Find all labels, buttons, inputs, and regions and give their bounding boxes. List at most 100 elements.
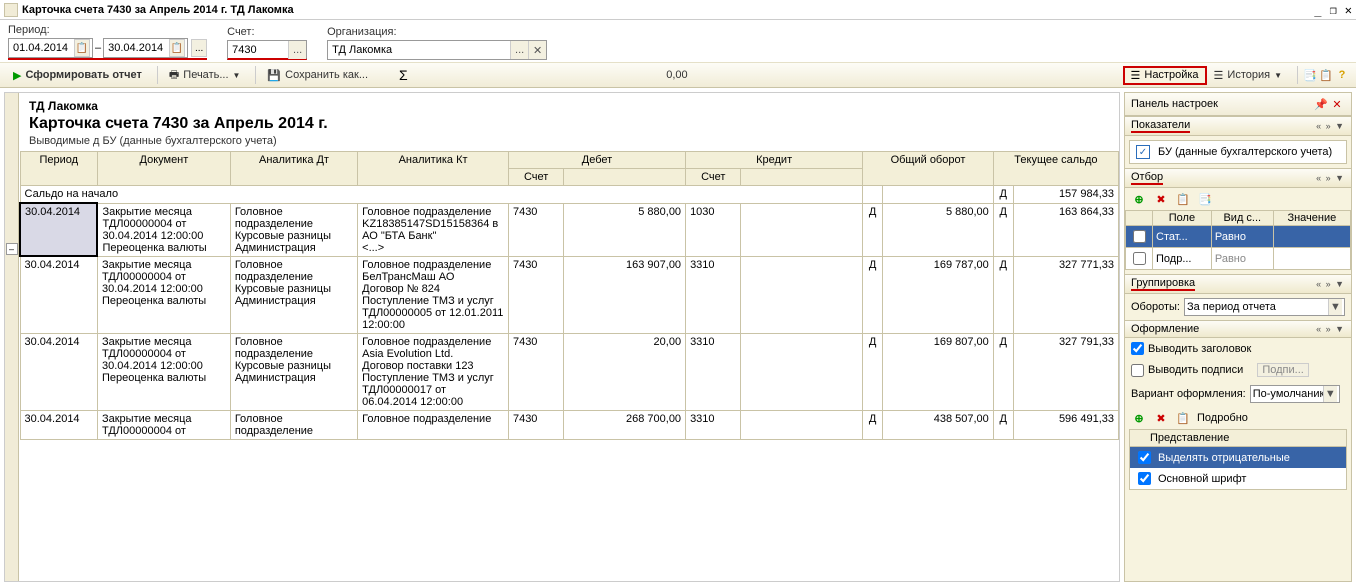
org-clear-icon[interactable]: ✕ bbox=[528, 41, 546, 59]
calendar-to-icon[interactable]: 📋 bbox=[169, 39, 185, 57]
tool-icon-2[interactable]: 📋 bbox=[1318, 67, 1334, 83]
window-title: Карточка счета 7430 за Апрель 2014 г. ТД… bbox=[22, 4, 294, 16]
add-filter-icon[interactable]: ⊕ bbox=[1131, 191, 1147, 207]
copy-filter-icon[interactable]: 📋 bbox=[1175, 191, 1191, 207]
table-row[interactable]: 30.04.2014Закрытие месяца ТДЛ00000004 от… bbox=[20, 333, 1119, 410]
style-row-2-checkbox[interactable] bbox=[1138, 472, 1151, 485]
account-input[interactable]: 7430 ... bbox=[227, 40, 307, 60]
oboroty-select[interactable]: За период отчета ▼ bbox=[1184, 298, 1345, 316]
print-label: Печать... bbox=[183, 69, 228, 81]
variant-label: Вариант оформления: bbox=[1131, 388, 1246, 400]
hdr-kredit: Кредит bbox=[686, 152, 863, 169]
delete-filter-icon[interactable]: ✖ bbox=[1153, 191, 1169, 207]
chevrons-icon[interactable]: « » ▼ bbox=[1316, 173, 1345, 183]
delete-style-icon[interactable]: ✖ bbox=[1153, 410, 1169, 426]
panel-close-icon[interactable]: ✕ bbox=[1329, 96, 1345, 112]
date-from-input[interactable] bbox=[11, 39, 73, 57]
dropdown-icon: ▼ bbox=[1328, 299, 1342, 315]
style-row-1-label: Выделять отрицательные bbox=[1158, 452, 1290, 464]
style-row-1-checkbox[interactable] bbox=[1138, 451, 1151, 464]
help-icon[interactable]: ? bbox=[1334, 67, 1350, 83]
toolbar: ▶Сформировать отчет 🖶Печать...▼ 💾Сохрани… bbox=[0, 62, 1356, 88]
vyv-pod-checkbox[interactable] bbox=[1131, 364, 1144, 377]
variant-select[interactable]: По-умолчаник▼ bbox=[1250, 385, 1340, 403]
table-row[interactable]: 30.04.2014Закрытие месяца ТДЛ00000004 от… bbox=[20, 410, 1119, 439]
date-to-input[interactable] bbox=[106, 39, 168, 57]
panel-pin-icon[interactable]: 📌 bbox=[1313, 96, 1329, 112]
account-ellipsis-icon[interactable]: ... bbox=[288, 41, 306, 59]
vyv-zag-checkbox[interactable] bbox=[1131, 342, 1144, 355]
hdr-period: Период bbox=[20, 152, 97, 186]
hdr-saldo: Текущее сальдо bbox=[993, 152, 1118, 186]
bu-label: БУ (данные бухгалтерского учета) bbox=[1158, 146, 1332, 158]
vyv-zag-label: Выводить заголовок bbox=[1148, 343, 1251, 355]
section-otbor: Отбор bbox=[1131, 171, 1163, 185]
form-report-label: Сформировать отчет bbox=[25, 69, 141, 81]
dropdown-icon: ▼ bbox=[1323, 386, 1337, 402]
collapse-toggle[interactable]: – bbox=[6, 243, 18, 255]
print-button[interactable]: 🖶Печать...▼ bbox=[162, 63, 248, 88]
close-icon[interactable]: ✕ bbox=[1345, 3, 1352, 17]
style-row-2-label: Основной шрифт bbox=[1158, 473, 1246, 485]
sum-value: 0,00 bbox=[468, 69, 688, 81]
report-area: – ТД Лакомка Карточка счета 7430 за Апре… bbox=[4, 92, 1120, 582]
copyall-filter-icon[interactable]: 📑 bbox=[1197, 191, 1213, 207]
variant-value: По-умолчаник bbox=[1253, 388, 1323, 400]
tool-icon-1[interactable]: 📑 bbox=[1302, 67, 1318, 83]
settings-label: Настройка bbox=[1144, 69, 1198, 81]
form-report-button[interactable]: ▶ Сформировать отчет bbox=[6, 66, 149, 85]
chevrons-icon[interactable]: « » ▼ bbox=[1316, 324, 1345, 334]
oboroty-label: Обороты: bbox=[1131, 301, 1180, 313]
report-subtitle: Выводимые д БУ (данные бухгалтерского уч… bbox=[29, 135, 1109, 147]
history-icon: ☰ bbox=[1214, 69, 1224, 82]
add-style-icon[interactable]: ⊕ bbox=[1131, 410, 1147, 426]
style-row-2[interactable]: Основной шрифт bbox=[1130, 468, 1346, 489]
oboroty-value: За период отчета bbox=[1187, 301, 1276, 313]
app-icon bbox=[4, 3, 18, 17]
minimize-icon[interactable]: _ bbox=[1314, 3, 1321, 17]
section-oform: Оформление bbox=[1131, 323, 1199, 335]
settings-icon: ☰ bbox=[1131, 69, 1141, 82]
chevrons-icon[interactable]: « » ▼ bbox=[1316, 279, 1345, 289]
style-list-header: Представление bbox=[1130, 430, 1346, 447]
history-button[interactable]: ☰История▼ bbox=[1207, 66, 1289, 85]
copy-style-icon[interactable]: 📋 bbox=[1175, 410, 1191, 426]
hdr-dt-schet: Счет bbox=[508, 169, 563, 186]
h-scrollbar[interactable]: ◂ ▸ bbox=[5, 581, 1119, 582]
section-pokazateli: Показатели bbox=[1131, 119, 1190, 133]
chevrons-icon[interactable]: « » ▼ bbox=[1316, 121, 1345, 131]
table-row[interactable]: 30.04.2014Закрытие месяца ТДЛ00000004 от… bbox=[20, 256, 1119, 333]
period-ellipsis-button[interactable]: ... bbox=[191, 39, 207, 57]
account-value: 7430 bbox=[228, 44, 288, 56]
filter-row-checkbox[interactable] bbox=[1133, 252, 1146, 265]
hdr-ankt: Аналитика Кт bbox=[358, 152, 509, 186]
fh-pole: Поле bbox=[1153, 211, 1212, 226]
podrobno-button[interactable]: Подробно bbox=[1197, 412, 1248, 424]
vyv-pod-label: Выводить подписи bbox=[1148, 364, 1243, 376]
panel-title: Панель настроек bbox=[1131, 98, 1218, 110]
filter-row[interactable]: Подр...Равно bbox=[1126, 248, 1351, 270]
printer-icon: 🖶 bbox=[169, 66, 179, 85]
bu-checkbox[interactable]: ✓ bbox=[1136, 145, 1150, 159]
opening-label: Сальдо на начало bbox=[20, 186, 863, 204]
org-ellipsis-icon[interactable]: ... bbox=[510, 41, 528, 59]
calendar-from-icon[interactable]: 📋 bbox=[74, 39, 90, 57]
saveas-button[interactable]: 💾Сохранить как... bbox=[260, 66, 375, 85]
org-input[interactable]: ТД Лакомка ... ✕ bbox=[327, 40, 547, 60]
settings-panel: Панель настроек 📌 ✕ Показатели « » ▼ ✓ БУ… bbox=[1124, 92, 1352, 582]
restore-icon[interactable]: ❐ bbox=[1330, 3, 1337, 17]
history-label: История bbox=[1227, 69, 1270, 81]
account-label: Счет: bbox=[227, 26, 307, 38]
hdr-andt: Аналитика Дт bbox=[230, 152, 357, 186]
hdr-debet: Дебет bbox=[508, 152, 685, 169]
settings-button[interactable]: ☰Настройка bbox=[1123, 66, 1207, 85]
hdr-doc: Документ bbox=[97, 152, 230, 186]
podpi-button[interactable]: Подпи... bbox=[1257, 363, 1308, 377]
style-row-1[interactable]: Выделять отрицательные bbox=[1130, 447, 1346, 468]
play-icon: ▶ bbox=[13, 69, 21, 82]
filter-row[interactable]: Стат...Равно bbox=[1126, 226, 1351, 248]
report-title: Карточка счета 7430 за Апрель 2014 г. bbox=[29, 115, 1109, 133]
filter-row-checkbox[interactable] bbox=[1133, 230, 1146, 243]
table-row[interactable]: 30.04.2014Закрытие месяца ТДЛ00000004 от… bbox=[20, 203, 1119, 256]
hdr-kt-schet: Счет bbox=[686, 169, 741, 186]
